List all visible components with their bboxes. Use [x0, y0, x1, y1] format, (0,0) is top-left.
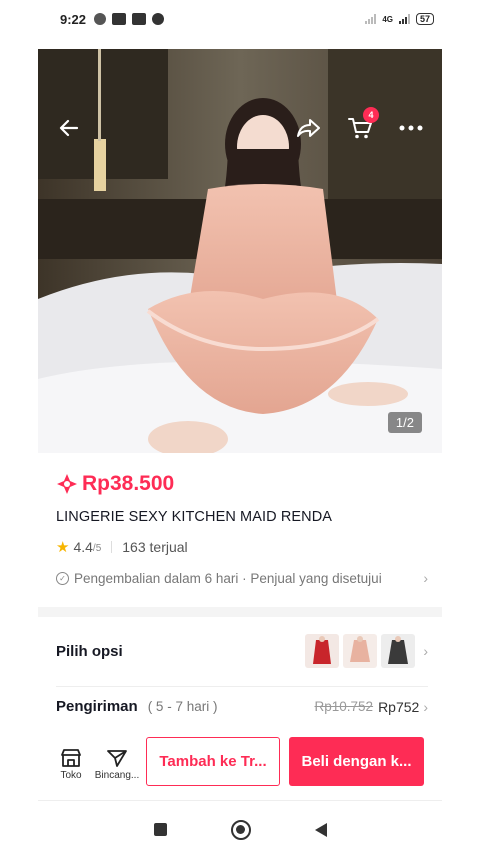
system-nav-bar: [0, 805, 480, 854]
notification-icons: [94, 13, 165, 25]
divider: [111, 541, 113, 553]
chevron-right-icon: ›: [423, 570, 428, 586]
image-page-counter: 1/2: [387, 412, 422, 433]
option-label: Pilih opsi: [56, 642, 123, 660]
chat-button[interactable]: Bincang...: [95, 748, 139, 781]
policy-text: Pengembalian dalam 6 hari · Penjual yang…: [74, 570, 382, 586]
battery-icon: 57: [415, 13, 434, 25]
more-button[interactable]: [394, 111, 428, 145]
shop-button[interactable]: Toko: [54, 748, 88, 781]
option-thumb-red[interactable]: [305, 634, 340, 668]
option-thumb-black[interactable]: [381, 634, 416, 668]
app-icon-2: [132, 13, 147, 25]
section-divider: [38, 607, 442, 617]
option-thumb-pink[interactable]: [343, 634, 378, 668]
bottom-action-bar: Toko Bincang... Tambah ke Tr... Beli den…: [38, 730, 442, 798]
row-divider: [56, 686, 428, 687]
chevron-right-icon: ›: [423, 643, 428, 659]
shipping-old-price: Rp10.752: [314, 699, 374, 714]
signal-icon: [365, 14, 377, 24]
store-icon: [61, 748, 81, 767]
recent-apps-icon[interactable]: [153, 823, 167, 836]
product-photo: [38, 49, 442, 453]
policy-row[interactable]: ✓ Pengembalian dalam 6 hari · Penjual ya…: [56, 570, 428, 586]
arrow-left-icon: [59, 119, 79, 137]
add-to-cart-button[interactable]: Tambah ke Tr...: [146, 737, 280, 786]
lingerie-thumb-image: [313, 636, 332, 664]
send-message-icon: [107, 749, 127, 767]
share-arrow-icon: [297, 119, 320, 137]
share-button[interactable]: [292, 111, 326, 145]
rating-value: 4.4: [73, 539, 93, 555]
product-image[interactable]: 4 1/2: [38, 49, 442, 453]
tiktok-icon: [94, 13, 107, 25]
back-button[interactable]: [52, 111, 86, 145]
select-option-row[interactable]: Pilih opsi ›: [56, 630, 428, 672]
sold-count: 163 terjual: [122, 539, 188, 555]
network-type: 4G: [382, 14, 393, 24]
status-time: 9:22: [60, 11, 87, 27]
check-circle-icon: ✓: [56, 571, 69, 585]
shipping-days: ( 5 - 7 hari ): [147, 699, 218, 714]
status-right: 4G 57: [365, 13, 434, 25]
rating-max: /5: [92, 543, 102, 554]
chevron-right-icon: ›: [423, 698, 428, 715]
shipping-row[interactable]: Pengiriman ( 5 - 7 hari ) Rp10.752 Rp752…: [56, 698, 428, 715]
divider: [38, 800, 442, 801]
shipping-label: Pengiriman: [56, 698, 138, 715]
shop-label: Toko: [60, 769, 82, 781]
rating-row[interactable]: ★ 4.4 /5 163 terjual: [56, 538, 188, 556]
app-icon: [112, 13, 127, 25]
cart-count-badge: 4: [363, 107, 379, 123]
back-triangle-icon[interactable]: [314, 822, 327, 837]
chat-label: Bincang...: [94, 769, 140, 781]
shipping-price: Rp752: [378, 698, 420, 715]
lingerie-thumb-image: [350, 636, 371, 662]
buy-now-button[interactable]: Beli dengan k...: [289, 737, 424, 786]
more-dots-icon: [399, 125, 423, 131]
flash-sale-icon: [57, 474, 77, 494]
status-bar: 9:22 4G 57: [0, 0, 480, 38]
signal-icon-2: [398, 14, 410, 24]
lingerie-thumb-image: [388, 636, 409, 664]
price-row: Rp38.500: [56, 472, 174, 496]
option-thumbnails: [305, 634, 416, 668]
product-title: LINGERIE SEXY KITCHEN MAID RENDA: [56, 509, 333, 525]
home-icon[interactable]: [230, 819, 251, 840]
star-icon: ★: [56, 539, 70, 556]
app-icon-3: [152, 13, 165, 25]
cart-button[interactable]: 4: [343, 107, 379, 145]
product-price: Rp38.500: [82, 472, 175, 495]
